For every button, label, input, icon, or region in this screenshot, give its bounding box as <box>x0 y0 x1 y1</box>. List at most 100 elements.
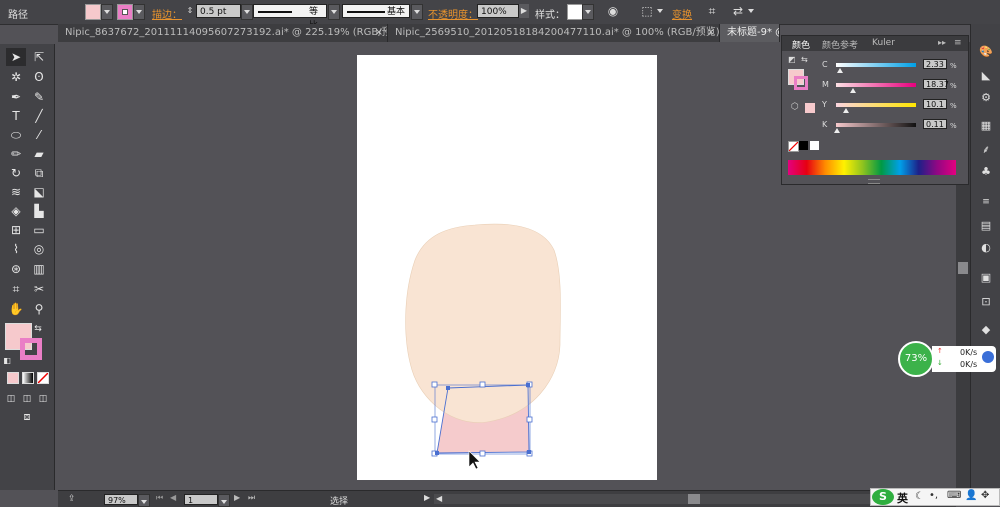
gamut-swatch[interactable] <box>805 103 815 113</box>
moon-icon[interactable]: ☾ <box>915 491 924 502</box>
brush-dropdown[interactable] <box>411 4 423 20</box>
pencil-tool-icon[interactable]: ✏ <box>6 145 26 163</box>
transform-link[interactable]: 变换 <box>672 6 692 21</box>
stroke-dropdown[interactable] <box>133 4 145 20</box>
slider-knob-c[interactable] <box>837 68 843 73</box>
zoom-dropdown[interactable] <box>138 494 150 507</box>
none-mode-icon[interactable] <box>37 372 49 384</box>
swap-colors-icon[interactable]: ⇆ <box>32 320 44 338</box>
tab-color-guide[interactable]: 颜色参考 <box>822 38 858 51</box>
ime-logo-icon[interactable]: S <box>872 489 894 505</box>
swatches-panel-icon[interactable]: ▦ <box>977 118 995 134</box>
eyedropper-tool-icon[interactable]: ⌇ <box>6 240 26 258</box>
black-swatch[interactable] <box>799 141 808 150</box>
user-icon[interactable]: 👤 <box>965 490 977 501</box>
ime-language[interactable]: 英 <box>897 490 908 506</box>
stroke-weight-dropdown[interactable] <box>241 4 253 20</box>
tab-kuler[interactable]: Kuler <box>872 38 895 48</box>
network-speed-widget[interactable]: 73% ↑ ↓ 0K/s 0K/s <box>898 341 998 377</box>
direct-selection-tool-icon[interactable]: ⇱ <box>29 48 49 66</box>
artboard[interactable] <box>357 55 657 480</box>
magic-wand-tool-icon[interactable]: ✲ <box>6 68 26 86</box>
value-c[interactable]: 2.33 <box>923 59 947 69</box>
settings-icon[interactable]: ✥ <box>981 490 989 501</box>
live-paint-tool-icon[interactable]: ▙ <box>29 202 49 220</box>
stroke-profile-dropdown[interactable] <box>328 4 340 20</box>
slider-knob-m[interactable] <box>850 88 856 93</box>
none-swatch[interactable] <box>788 141 799 152</box>
slider-c[interactable] <box>836 63 916 67</box>
stroke-label[interactable]: 描边： <box>152 6 182 21</box>
appearance-panel-icon[interactable]: ⚙ <box>977 90 995 106</box>
artboard-icon[interactable]: ⇪ <box>68 494 76 504</box>
symbol-sprayer-tool-icon[interactable]: ⊛ <box>6 260 26 278</box>
selection-tool-icon[interactable]: ➤ <box>6 48 26 66</box>
tab-document-active[interactable]: 未标题-9* @ 97% (CMYK/预览) <box>720 24 780 42</box>
stepper-icon[interactable]: ⇕ <box>185 4 195 18</box>
align-icon[interactable]: ⬚ <box>638 4 656 18</box>
tab-color[interactable]: 颜色 <box>792 38 810 51</box>
pen-tool-icon[interactable]: ✒ <box>6 88 26 106</box>
out-of-gamut-icon[interactable]: ⬡ <box>791 102 799 112</box>
stroke-panel-icon[interactable]: ≡ <box>977 194 995 210</box>
paintbrush-tool-icon[interactable]: ⁄ <box>29 126 49 144</box>
graphic-styles-panel-icon[interactable]: ▣ <box>977 270 995 286</box>
brush-select[interactable]: 基本 <box>342 4 410 18</box>
arrange-icon[interactable]: ⇄ <box>730 4 746 18</box>
symbols-panel-icon[interactable]: ♣ <box>977 164 995 180</box>
draw-inside-icon[interactable]: ◫ <box>36 390 50 408</box>
ellipse-tool-icon[interactable]: ⬭ <box>6 126 26 144</box>
first-page-icon[interactable]: ⏮ <box>156 493 163 503</box>
stroke-color-box[interactable] <box>20 338 42 360</box>
eraser-tool-icon[interactable]: ▰ <box>29 145 49 163</box>
transparency-panel-icon[interactable]: ◐ <box>977 240 995 256</box>
scale-tool-icon[interactable]: ⧉ <box>29 164 49 182</box>
gradient-mode-icon[interactable] <box>22 372 34 384</box>
rotate-tool-icon[interactable]: ↻ <box>6 164 26 182</box>
ime-toolbar[interactable]: S 英 ☾ •, ⌨ 👤 ✥ <box>870 488 1000 506</box>
slider-k[interactable] <box>836 123 916 127</box>
opacity-label[interactable]: 不透明度： <box>428 6 478 21</box>
transform-panel-icon[interactable]: ⊡ <box>977 294 995 310</box>
collapse-icon[interactable]: ▸▸ <box>938 38 946 47</box>
panel-menu-icon[interactable]: ≡ <box>954 38 962 48</box>
color-spectrum[interactable] <box>788 160 956 175</box>
page-input[interactable]: 1 <box>184 494 218 505</box>
recolor-icon[interactable]: ◉ <box>605 4 621 18</box>
last-page-icon[interactable]: ⏭ <box>248 493 255 503</box>
cpu-percent-badge[interactable]: 73% <box>898 341 934 377</box>
artboard-tool-icon[interactable]: ⌗ <box>6 280 26 298</box>
gradient-panel-icon[interactable]: ◣ <box>977 68 995 84</box>
next-page-icon[interactable]: ▶ <box>234 493 240 502</box>
style-swatch[interactable] <box>567 4 583 20</box>
line-tool-icon[interactable]: ╱ <box>29 107 49 125</box>
opacity-input[interactable]: 100% <box>477 4 519 18</box>
slider-m[interactable] <box>836 83 916 87</box>
panel-stroke-swatch[interactable] <box>794 76 808 90</box>
stroke-profile-select[interactable]: 等比 <box>253 4 327 31</box>
align-dropdown[interactable] <box>655 4 665 18</box>
warp-tool-icon[interactable]: ≋ <box>6 183 26 201</box>
default-colors-icon[interactable]: ◧ <box>1 352 13 370</box>
draw-behind-icon[interactable]: ◫ <box>20 390 34 408</box>
type-tool-icon[interactable]: T <box>6 107 26 125</box>
color-panel-icon[interactable]: 🎨 <box>977 44 995 60</box>
fill-swatch[interactable] <box>85 4 101 20</box>
draw-normal-icon[interactable]: ◫ <box>4 390 18 408</box>
curvature-tool-icon[interactable]: ✎ <box>29 88 49 106</box>
value-m[interactable]: 18.37 <box>923 79 949 89</box>
stroke-swatch[interactable] <box>117 4 133 20</box>
lasso-tool-icon[interactable]: ʘ <box>29 68 49 86</box>
horizontal-scroll-thumb[interactable] <box>688 494 700 504</box>
keyboard-icon[interactable]: ⌨ <box>947 490 961 501</box>
slider-knob-k[interactable] <box>834 128 840 133</box>
isolate-icon[interactable]: ⌗ <box>704 4 720 18</box>
tab-document-1[interactable]: Nipic_8637672_20111114095607273192.ai* @… <box>58 24 388 42</box>
swap-icon[interactable]: ⇆ <box>801 55 810 64</box>
slider-knob-y[interactable] <box>843 108 849 113</box>
style-dropdown[interactable] <box>582 4 594 20</box>
value-y[interactable]: 10.1 <box>923 99 947 109</box>
scroll-left-icon[interactable]: ◀ <box>436 494 442 503</box>
white-swatch[interactable] <box>810 141 819 150</box>
align-panel-icon[interactable]: ▤ <box>977 218 995 234</box>
